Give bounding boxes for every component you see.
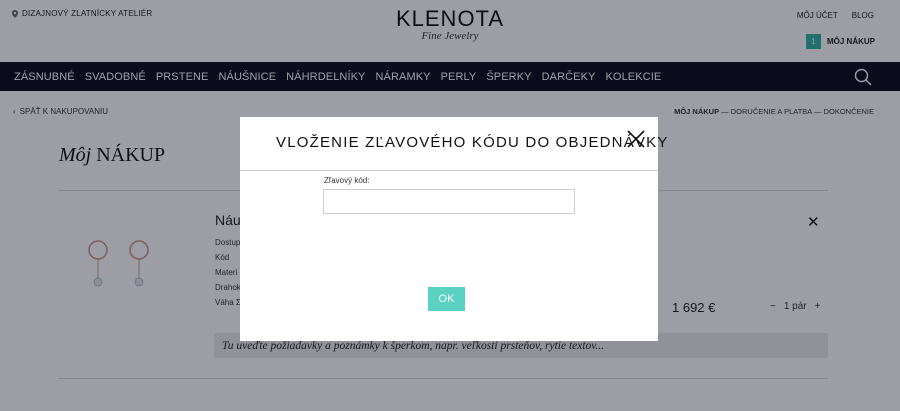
close-icon[interactable]: [626, 129, 646, 149]
modal-divider: [240, 170, 658, 171]
modal-title: VLOŽENIE ZĽAVOVÉHO KÓDU DO OBJEDNÁVKY: [276, 134, 669, 151]
discount-code-input[interactable]: [323, 189, 575, 214]
discount-code-label: Zľavový kód:: [324, 176, 370, 185]
discount-code-modal: VLOŽENIE ZĽAVOVÉHO KÓDU DO OBJEDNÁVKY Zľ…: [240, 117, 667, 341]
ok-button[interactable]: OK: [428, 287, 465, 311]
